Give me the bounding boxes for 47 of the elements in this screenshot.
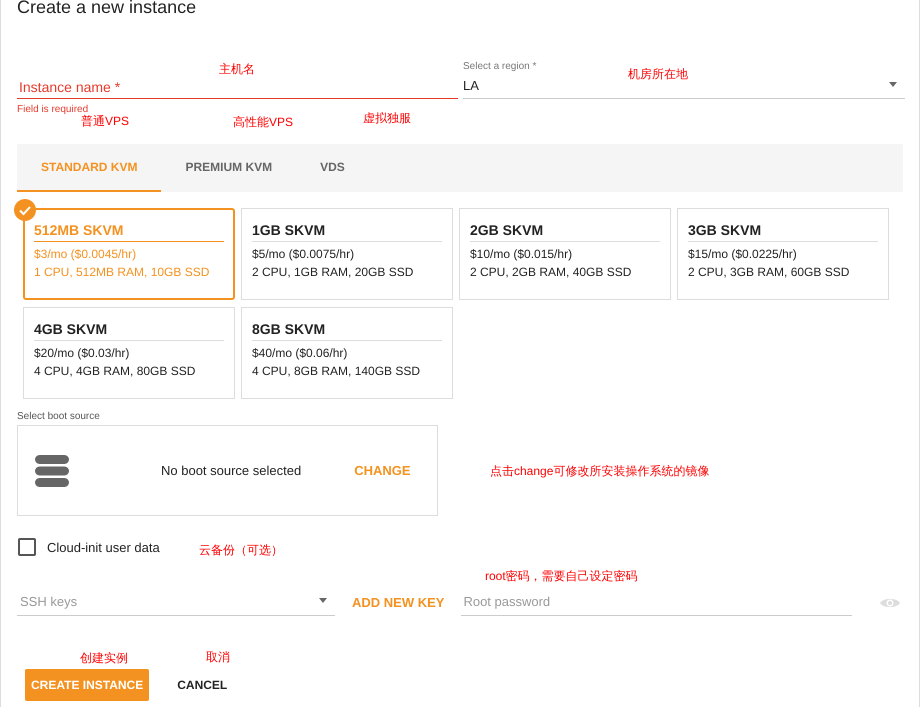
page-title: Create a new instance	[17, 0, 196, 17]
plan-name: 1GB SKVM	[252, 221, 442, 242]
annotation: 主机名	[219, 61, 255, 78]
plan-price: $5/mo ($0.0075/hr)	[252, 246, 356, 263]
plan-card[interactable]: 2GB SKVM $10/mo ($0.015/hr) 2 CPU, 2GB RAM, 40GB SSD	[459, 208, 671, 300]
annotation: 虚拟独服	[363, 110, 411, 127]
checkbox-label: Cloud-init user data	[47, 540, 160, 554]
tab[interactable]: PREMIUM KVM	[161, 144, 296, 192]
plan-name: 512MB SKVM	[34, 221, 224, 242]
plan-card[interactable]: 8GB SKVM $40/mo ($0.06/hr) 4 CPU, 8GB RAM, 140GB SSD	[241, 307, 453, 399]
plan-specs: 2 CPU, 3GB RAM, 60GB SSD	[688, 264, 850, 281]
annotation: 取消	[206, 649, 230, 666]
plan-name: 8GB SKVM	[252, 320, 442, 341]
plan-price: $10/mo ($0.015/hr)	[470, 246, 574, 263]
plan-card[interactable]: 4GB SKVM $20/mo ($0.03/hr) 4 CPU, 4GB RAM, 80GB SSD	[23, 307, 235, 399]
checkbox[interactable]	[18, 538, 36, 556]
plan-name: 2GB SKVM	[470, 221, 660, 242]
plan-specs: 2 CPU, 1GB RAM, 20GB SSD	[252, 264, 414, 281]
plan-name: 4GB SKVM	[34, 320, 224, 341]
boot-source-label: Select boot source	[17, 411, 100, 422]
annotation: 机房所在地	[628, 66, 688, 83]
tab[interactable]: VDS	[296, 144, 369, 192]
annotation: 点击change可修改所安装操作系统的镜像	[490, 463, 710, 480]
annotation: 高性能VPS	[233, 114, 294, 131]
database-icon	[34, 452, 70, 488]
plan-price: $3/mo ($0.0045/hr)	[34, 246, 138, 263]
plan-name: 3GB SKVM	[688, 221, 878, 242]
cancel-button[interactable]: CANCEL	[163, 669, 242, 701]
boot-source-status: No boot source selected	[161, 463, 302, 478]
dropdown-caret-icon	[889, 82, 897, 87]
plan-specs: 4 CPU, 4GB RAM, 80GB SSD	[34, 363, 196, 380]
plan-specs: 4 CPU, 8GB RAM, 140GB SSD	[252, 363, 422, 380]
dropdown-caret-icon	[319, 598, 327, 603]
check-badge-icon	[14, 199, 36, 221]
annotation: 普通VPS	[81, 114, 130, 130]
plan-card[interactable]: 3GB SKVM $15/mo ($0.0225/hr) 2 CPU, 3GB RAM, 60GB SSD	[677, 208, 889, 300]
plan-price: $20/mo ($0.03/hr)	[34, 345, 130, 362]
error-message: Field is required	[17, 104, 88, 115]
ssh-keys-select[interactable]: SSH keys	[17, 588, 335, 616]
plan-price: $15/mo ($0.0225/hr)	[688, 246, 798, 263]
annotation: 创建实例	[80, 650, 128, 667]
plan-specs: 1 CPU, 512MB RAM, 10GB SSD	[34, 264, 210, 281]
plan-card[interactable]: 1GB SKVM $5/mo ($0.0075/hr) 2 CPU, 1GB RAM, 20GB SSD	[241, 208, 453, 300]
annotation: root密码，需要自己设定密码	[485, 568, 638, 585]
plan-price: $40/mo ($0.06/hr)	[252, 345, 348, 362]
plan-specs: 2 CPU, 2GB RAM, 40GB SSD	[470, 264, 632, 281]
annotation: 云备份（可选）	[199, 542, 283, 559]
